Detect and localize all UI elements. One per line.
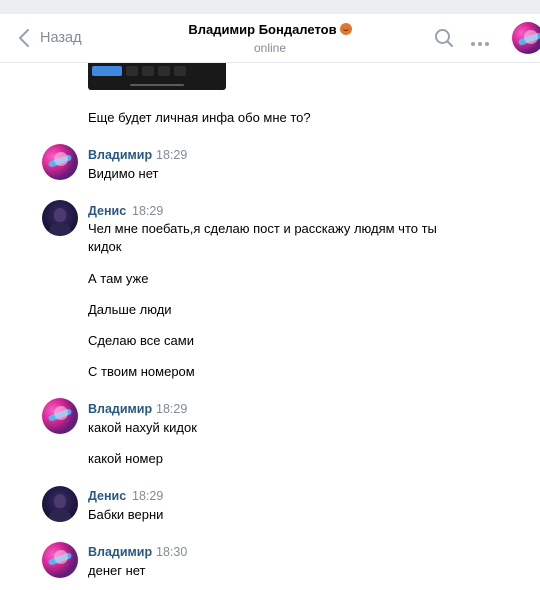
message-text: Дальше люди bbox=[88, 302, 172, 317]
chat-header: Назад Владимир Бондалетов online bbox=[0, 14, 540, 63]
more-icon bbox=[471, 42, 489, 46]
message-author[interactable]: Владимир bbox=[88, 402, 152, 416]
thumb-element bbox=[126, 66, 138, 76]
avatar[interactable] bbox=[42, 542, 78, 578]
thumb-element bbox=[142, 66, 154, 76]
thumb-element bbox=[158, 66, 170, 76]
avatar[interactable] bbox=[42, 144, 78, 180]
online-status: online bbox=[253, 41, 287, 55]
thumb-element bbox=[174, 66, 186, 76]
message-text: какой номер bbox=[88, 451, 163, 466]
message-time: 18:29 bbox=[156, 402, 188, 416]
message-text: Видимо нет bbox=[88, 166, 159, 181]
message-text: какой нахуй кидок bbox=[88, 420, 197, 435]
message-text: Чел мне поебать,я сделаю пост и расскажу… bbox=[88, 221, 437, 254]
message-author[interactable]: Денис bbox=[88, 204, 126, 218]
message-author[interactable]: Владимир bbox=[88, 148, 152, 162]
chat-title-text: Владимир Бондалетов bbox=[188, 22, 337, 37]
message-text: денег нет bbox=[88, 563, 146, 578]
message-text: Сделаю все сами bbox=[88, 333, 194, 348]
message-text: Еще будет личная инфа обо мне то? bbox=[88, 110, 311, 125]
emoji-icon bbox=[339, 23, 352, 35]
search-button[interactable] bbox=[434, 28, 454, 53]
message-text: А там уже bbox=[88, 271, 149, 286]
search-icon bbox=[435, 29, 453, 47]
attached-screenshot[interactable] bbox=[88, 62, 226, 90]
message-time: 18:30 bbox=[156, 545, 188, 559]
message-text: Бабки верни bbox=[88, 507, 164, 522]
chat-title-block: Владимир Бондалетов online bbox=[0, 22, 540, 55]
chat-panel: Назад Владимир Бондалетов online Еще буд… bbox=[0, 14, 540, 590]
avatar[interactable] bbox=[42, 398, 78, 434]
message-text: С твоим номером bbox=[88, 364, 195, 379]
message-time: 18:29 bbox=[132, 204, 164, 218]
chat-title[interactable]: Владимир Бондалетов bbox=[0, 22, 540, 37]
thumb-element bbox=[92, 66, 122, 76]
avatar[interactable] bbox=[42, 200, 78, 236]
header-avatar[interactable] bbox=[512, 22, 540, 54]
message-time: 18:29 bbox=[132, 489, 164, 503]
more-button[interactable] bbox=[470, 34, 490, 52]
avatar[interactable] bbox=[42, 486, 78, 522]
thumb-element bbox=[130, 84, 184, 86]
message-time: 18:29 bbox=[156, 148, 188, 162]
message-author[interactable]: Владимир bbox=[88, 545, 152, 559]
message-author[interactable]: Денис bbox=[88, 489, 126, 503]
